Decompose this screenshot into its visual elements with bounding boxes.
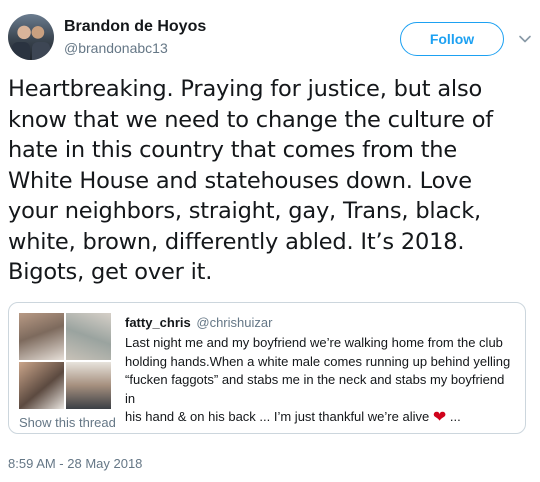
quoted-photo-4[interactable] bbox=[66, 362, 111, 409]
tweet-line: your neighbors, straight, gay, Trans, bl… bbox=[8, 198, 481, 224]
tweet-header: Brandon de Hoyos @brandonabc13 Follow bbox=[8, 10, 532, 60]
avatar-person-left bbox=[12, 42, 30, 60]
tweet-line: hate in this country that comes from the bbox=[8, 137, 457, 163]
quoted-photo-1[interactable] bbox=[19, 313, 64, 360]
chevron-down-icon[interactable] bbox=[518, 32, 532, 46]
quoted-line: Last night me and my boyfriend we’re wal… bbox=[125, 335, 503, 350]
quoted-photo-3[interactable] bbox=[19, 362, 64, 409]
quoted-author-handle[interactable]: @chrishuizar bbox=[196, 315, 272, 330]
author-handle[interactable]: @brandonabc13 bbox=[64, 40, 168, 56]
author-name[interactable]: Brandon de Hoyos bbox=[64, 18, 206, 36]
tweet-line: white, brown, differently abled. It’s 20… bbox=[8, 228, 465, 255]
tweet-text: Heartbreaking. Praying for justice, but … bbox=[8, 74, 528, 288]
tweet-timestamp[interactable]: 8:59 AM - 28 May 2018 bbox=[8, 456, 142, 471]
quoted-author[interactable]: fatty_chris @chrishuizar bbox=[125, 315, 272, 330]
quoted-photo-2[interactable] bbox=[66, 313, 111, 360]
show-thread-link[interactable]: Show this thread bbox=[19, 415, 116, 430]
quoted-line: his hand & on his back ... I’m just than… bbox=[125, 409, 430, 424]
quoted-media-grid[interactable] bbox=[19, 313, 111, 409]
quoted-text: Last night me and my boyfriend we’re wal… bbox=[125, 334, 517, 427]
quoted-tweet-card[interactable]: fatty_chris @chrishuizar Last night me a… bbox=[8, 302, 526, 434]
tweet-line: Bigots, get over it. bbox=[8, 259, 213, 285]
quoted-line: “fucken faggots” and stabs me in the nec… bbox=[125, 372, 505, 406]
heart-icon: ❤ bbox=[432, 409, 447, 426]
tweet-line: Heartbreaking. Praying for justice, but … bbox=[8, 76, 483, 102]
follow-button[interactable]: Follow bbox=[400, 22, 504, 56]
quoted-line-last: his hand & on his back ... I’m just than… bbox=[125, 408, 517, 427]
tweet-line: White House and statehouses down. Love bbox=[8, 167, 472, 194]
author-avatar[interactable] bbox=[8, 14, 54, 60]
quoted-ellipsis: ... bbox=[446, 409, 461, 424]
tweet-line: know that we need to change the culture … bbox=[8, 106, 494, 133]
quoted-author-name[interactable]: fatty_chris bbox=[125, 315, 191, 330]
quoted-line: holding hands.When a white male comes ru… bbox=[125, 353, 511, 369]
avatar-person-right bbox=[32, 42, 50, 60]
